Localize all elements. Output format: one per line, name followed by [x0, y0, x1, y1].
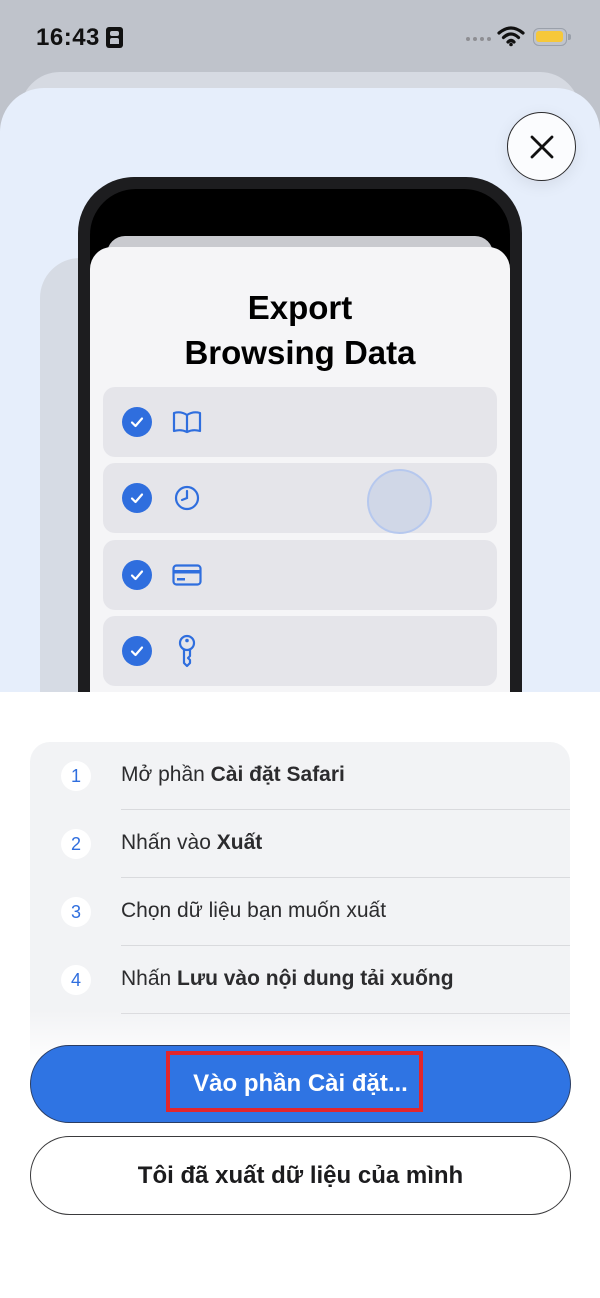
status-bar: 16:43 [0, 0, 600, 74]
step-text: Nhấn vào Xuất [121, 831, 263, 854]
export-title-line1: Export [247, 289, 353, 326]
checkmark-icon [122, 560, 152, 590]
cellular-signal-icon [466, 37, 491, 41]
history-clock-icon [171, 483, 203, 513]
list-item-step-3: 3 Chọn dữ liệu bạn muốn xuất [30, 878, 570, 946]
checkmark-icon [122, 483, 152, 513]
export-row-credit-cards [103, 540, 497, 610]
export-row-passwords [103, 616, 497, 686]
step-number: 3 [61, 897, 91, 927]
credit-card-icon [171, 560, 203, 590]
export-preview-card: Export Browsing Data [90, 247, 510, 709]
export-row-history [103, 463, 497, 533]
id-card-icon [106, 27, 123, 48]
bookmarks-icon [171, 407, 203, 437]
step-number: 4 [61, 965, 91, 995]
status-time: 16:43 [36, 24, 100, 51]
step-text: Nhấn Lưu vào nội dung tải xuống [121, 967, 454, 990]
wifi-icon [497, 26, 525, 47]
key-icon [171, 634, 203, 668]
step-text: Chọn dữ liệu bạn muốn xuất [121, 899, 387, 922]
checkmark-icon [122, 636, 152, 666]
battery-icon [533, 28, 571, 46]
highlight-annotation-box [166, 1051, 423, 1112]
export-title-line2: Browsing Data [184, 334, 416, 371]
list-item-step-1: 1 Mở phần Cài đặt Safari [30, 742, 570, 810]
step-text: Mở phần Cài đặt Safari [121, 763, 345, 786]
list-item-step-4: 4 Nhấn Lưu vào nội dung tải xuống [30, 946, 570, 1014]
checkmark-icon [122, 407, 152, 437]
close-icon [530, 135, 553, 158]
phone-screen: Export Browsing Data [90, 189, 510, 709]
step-number: 2 [61, 829, 91, 859]
step-number: 1 [61, 761, 91, 791]
close-button[interactable] [507, 112, 576, 181]
export-title: Export Browsing Data [90, 285, 510, 375]
export-row-bookmarks [103, 387, 497, 457]
touch-indicator [367, 469, 432, 534]
list-item-step-2: 2 Nhấn vào Xuất [30, 810, 570, 878]
data-exported-button[interactable]: Tôi đã xuất dữ liệu của mình [30, 1136, 571, 1215]
